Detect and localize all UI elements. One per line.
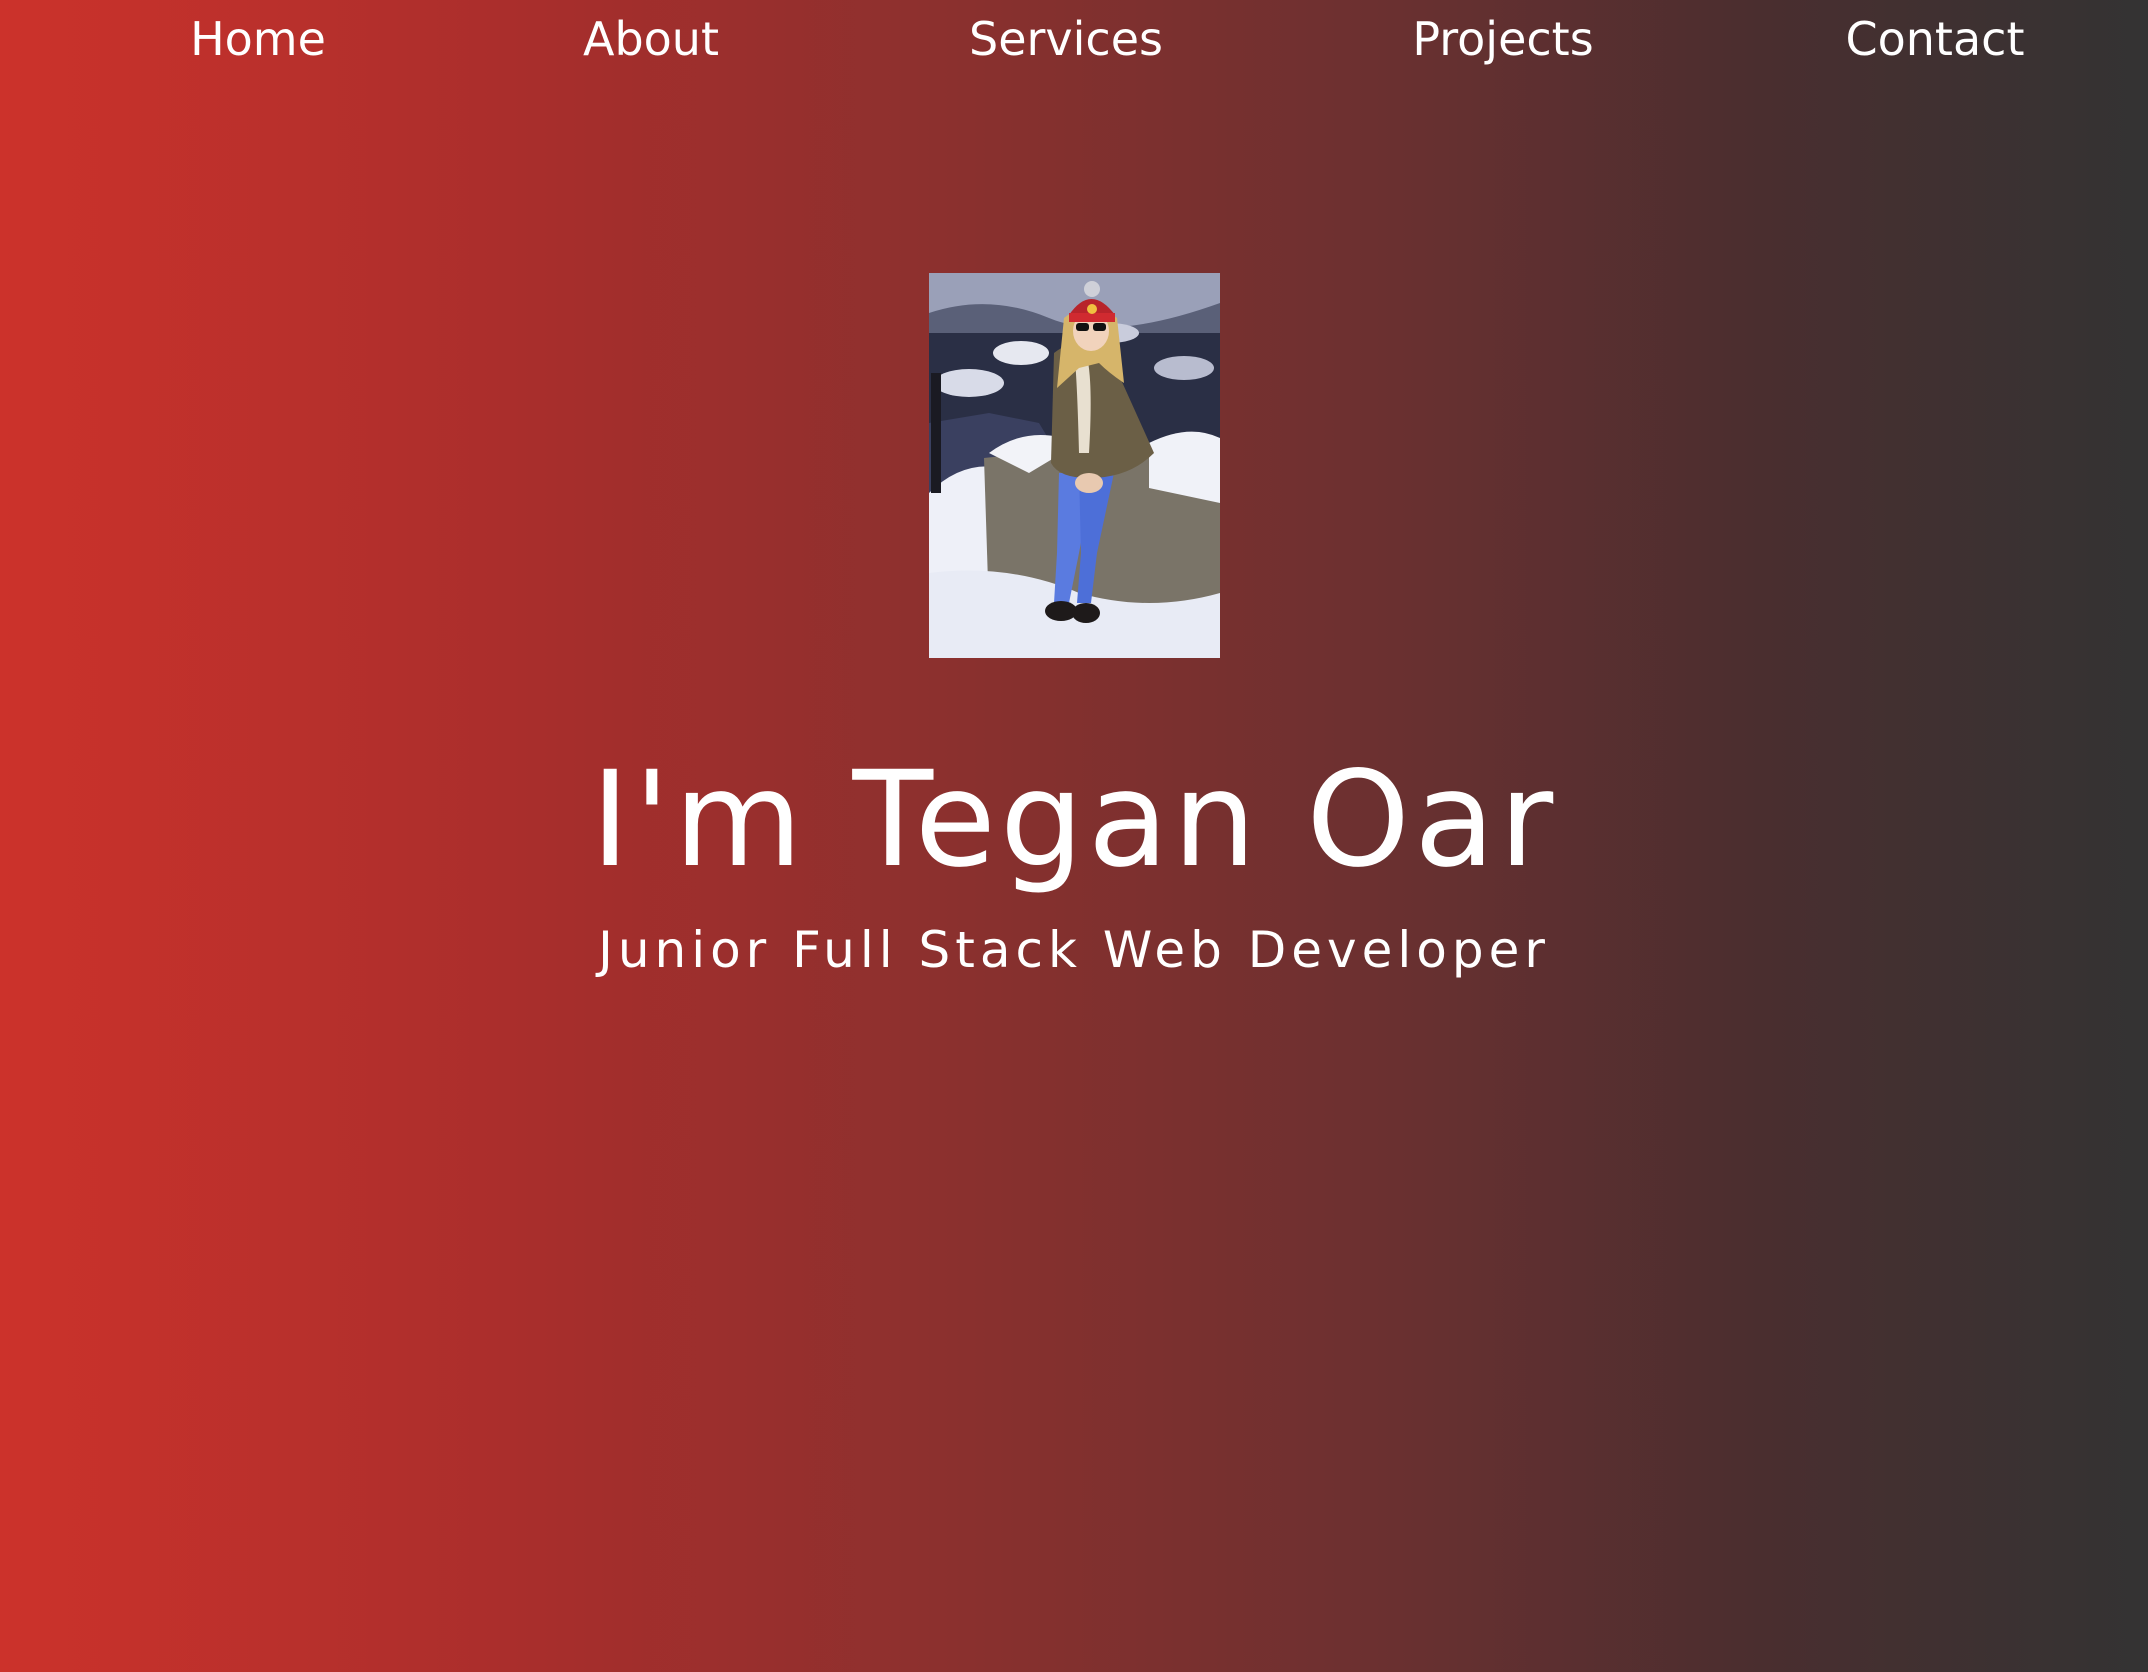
hero-subtitle: Junior Full Stack Web Developer xyxy=(598,921,1550,979)
nav-link-contact[interactable]: Contact xyxy=(1846,10,2025,68)
nav-link-home[interactable]: Home xyxy=(190,10,326,68)
nav-link-services[interactable]: Services xyxy=(969,10,1163,68)
hero-title: I'm Tegan Oar xyxy=(590,743,1558,897)
nav-link-about[interactable]: About xyxy=(583,10,719,68)
profile-photo xyxy=(929,273,1220,658)
main-nav: Home About Services Projects Contact xyxy=(0,0,2148,80)
nav-link-projects[interactable]: Projects xyxy=(1412,10,1593,68)
